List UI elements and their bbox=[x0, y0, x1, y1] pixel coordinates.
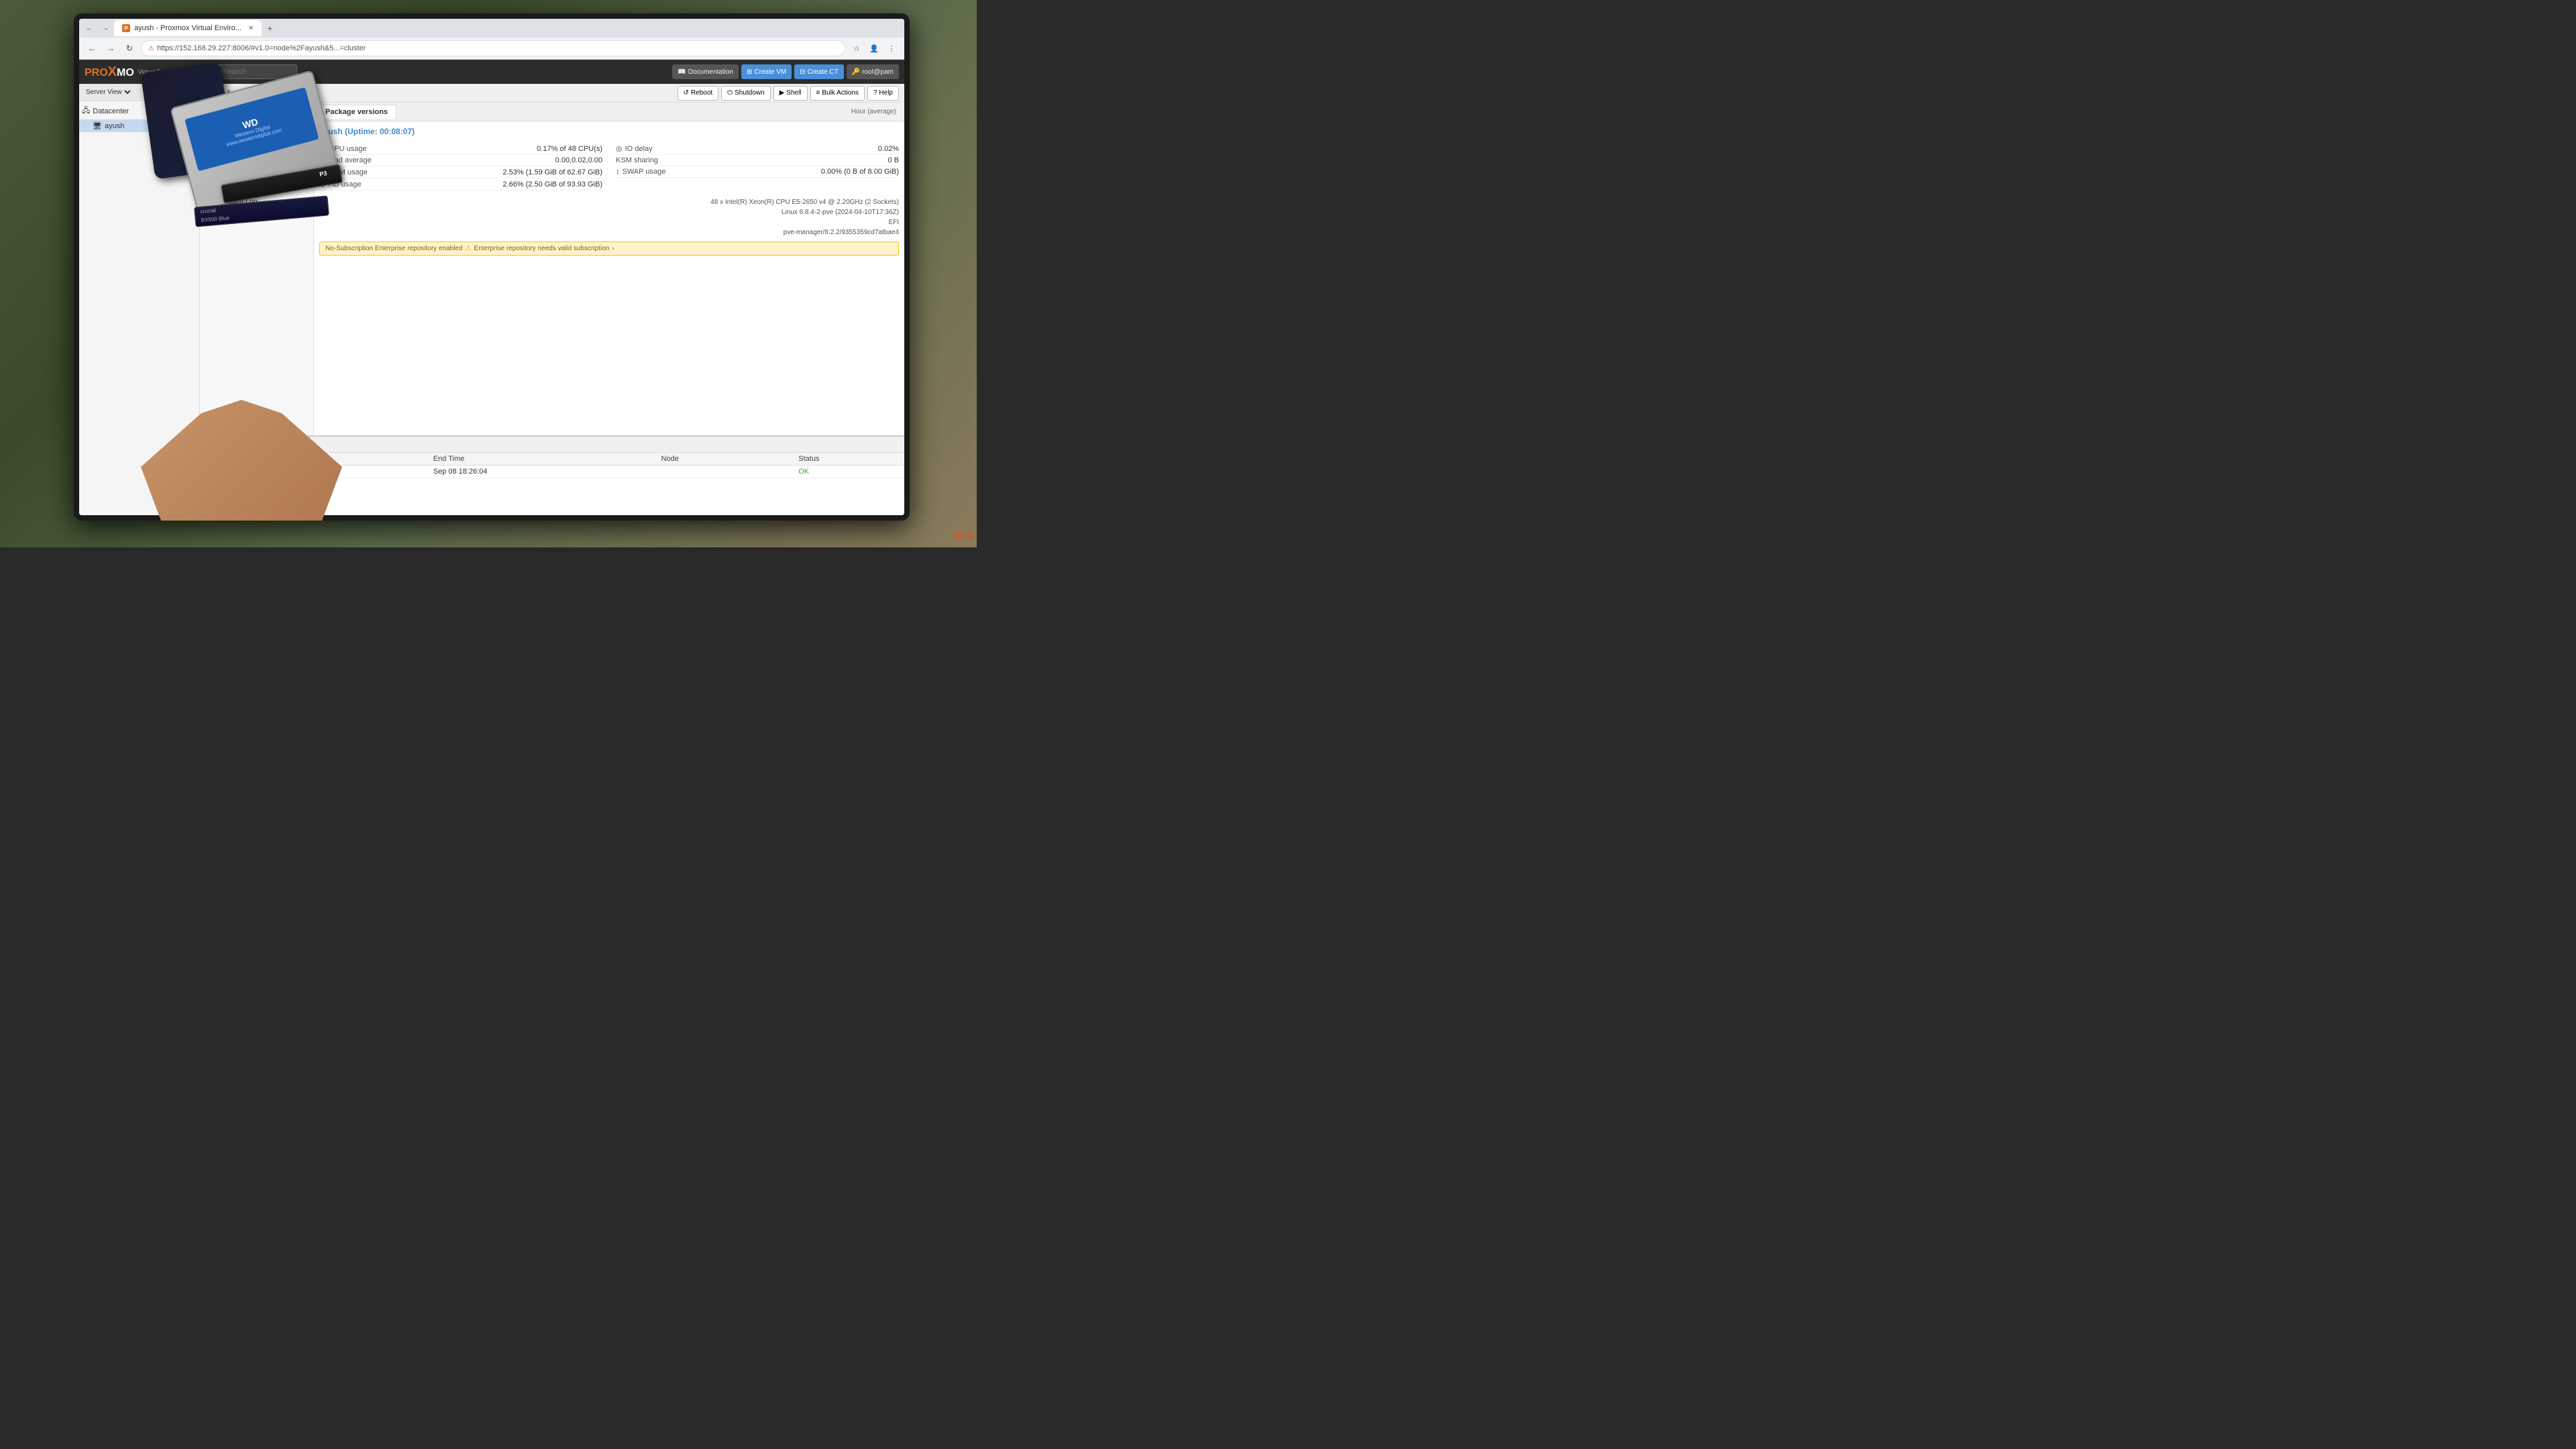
p3-label: P3 bbox=[319, 170, 328, 178]
back-button[interactable]: ← bbox=[82, 21, 97, 36]
xda-watermark: XDA bbox=[953, 530, 973, 541]
tab-bar: ← → P ayush - Proxmox Virtual Enviro... … bbox=[79, 19, 904, 38]
tab-favicon: P bbox=[122, 24, 130, 32]
new-tab-button[interactable]: + bbox=[263, 21, 276, 35]
wd-label: WD Western Digital www.westerndigital.co… bbox=[184, 87, 319, 171]
forward-button[interactable]: → bbox=[98, 21, 113, 36]
tab-close-button[interactable]: ✕ bbox=[248, 25, 254, 32]
tab-title: ayush - Proxmox Virtual Enviro... bbox=[134, 24, 241, 32]
hardware-overlay: WD Western Digital www.westerndigital.co… bbox=[87, 54, 977, 521]
url-text: https://152.168.29.227:8006/#v1.0=node%2… bbox=[157, 44, 366, 52]
security-warning-icon: ⚠ bbox=[148, 45, 154, 52]
browser-tab-active[interactable]: P ayush - Proxmox Virtual Enviro... ✕ bbox=[114, 20, 262, 36]
hand-visual bbox=[141, 386, 342, 521]
